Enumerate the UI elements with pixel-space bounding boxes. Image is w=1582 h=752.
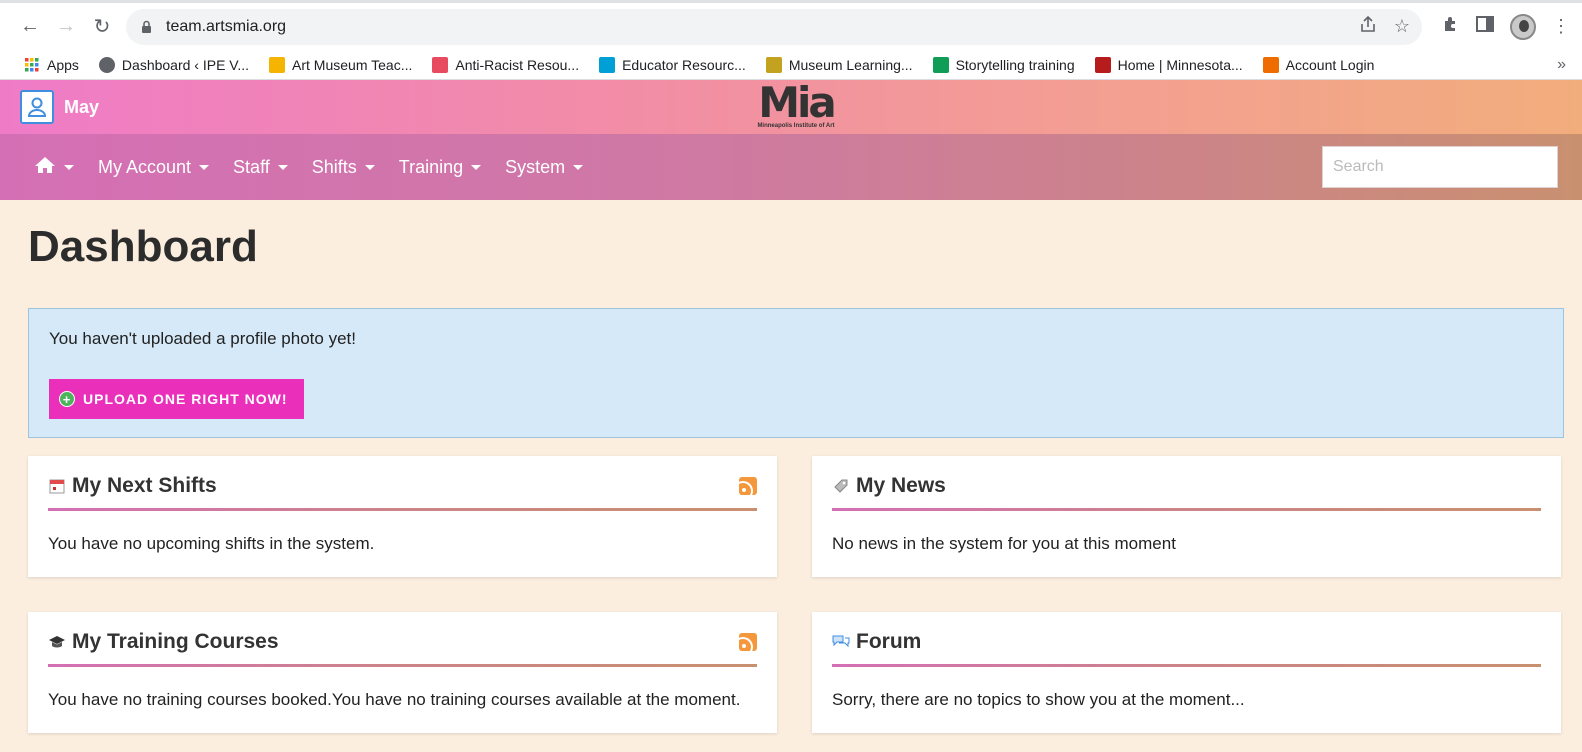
nav-system[interactable]: System: [505, 156, 584, 178]
chevron-down-icon: [364, 164, 375, 170]
user-name[interactable]: May: [64, 97, 99, 118]
page-title: Dashboard: [28, 222, 258, 271]
nav-label: Training: [398, 156, 464, 177]
bookmark-item[interactable]: Art Museum Teac...: [261, 56, 420, 73]
plus-circle-icon: +: [59, 391, 75, 407]
upload-photo-button[interactable]: + UPLOAD ONE RIGHT NOW!: [49, 379, 304, 419]
g-logo-icon: [432, 56, 449, 73]
nav-label: My Account: [98, 156, 192, 177]
nav-label: Shifts: [311, 156, 357, 177]
chat-bubbles-icon: [832, 633, 850, 651]
profile-avatar-icon[interactable]: [1510, 13, 1536, 40]
news-card: My News No news in the system for you at…: [812, 456, 1561, 577]
site-topbar: May Mia Minneapolis Institute of Art: [0, 80, 1582, 134]
home-icon: [34, 156, 56, 179]
card-body: You have no upcoming shifts in the syste…: [48, 534, 375, 553]
bookmark-label: Anti-Racist Resou...: [455, 56, 580, 73]
main-nav: My Account Staff Shifts Training System: [0, 134, 1582, 200]
bookmark-item[interactable]: Home | Minnesota...: [1087, 56, 1251, 73]
nav-staff[interactable]: Staff: [233, 157, 288, 178]
bookmark-item[interactable]: Apps: [16, 57, 87, 73]
user-icon[interactable]: [20, 90, 54, 124]
back-icon[interactable]: ←: [12, 9, 48, 45]
card-header: My Training Courses: [48, 630, 757, 667]
bookmark-label: Dashboard ‹ IPE V...: [121, 56, 250, 73]
google-drive-icon: [932, 56, 949, 73]
next-shifts-card: My Next Shifts You have no upcoming shif…: [28, 456, 777, 577]
nav-training[interactable]: Training: [398, 156, 482, 178]
nav-label: System: [505, 156, 566, 177]
bookmarks-overflow-button[interactable]: »: [1557, 56, 1566, 74]
bookmark-item[interactable]: Storytelling training: [925, 56, 1083, 73]
reload-icon[interactable]: ↻: [84, 9, 120, 45]
menu-dots-icon[interactable]: ⋮: [1552, 16, 1570, 37]
bookmark-label: Home | Minnesota...: [1117, 56, 1243, 73]
bars-icon: [599, 56, 616, 73]
chevron-down-icon: [64, 164, 74, 170]
bookmarks-bar: Apps Dashboard ‹ IPE V... Art Museum Teac.…: [0, 50, 1582, 80]
lock-icon: [138, 19, 154, 35]
chevron-down-icon: [277, 164, 288, 170]
bookmark-label: Apps: [47, 56, 79, 73]
side-panel-icon[interactable]: [1476, 16, 1494, 37]
share-icon[interactable]: [1360, 15, 1376, 38]
mia-logo[interactable]: Mia Minneapolis Institute of Art: [746, 78, 846, 130]
nav-my-account[interactable]: My Account: [98, 156, 210, 178]
chevron-down-icon: [199, 164, 210, 170]
address-bar[interactable]: team.artsmia.org ☆: [126, 8, 1422, 45]
profile-photo-alert: You haven't uploaded a profile photo yet…: [28, 308, 1564, 438]
search-input[interactable]: [1322, 146, 1558, 188]
flag-icon: [1262, 56, 1279, 73]
browser-toolbar: ← → ↻ team.artsmia.org ☆ ⋮: [0, 0, 1582, 50]
globe-icon: [98, 56, 115, 73]
nav-label: Staff: [233, 156, 270, 177]
bookmark-label: Account Login: [1285, 56, 1375, 73]
logo-subtitle: Minneapolis Institute of Art: [757, 123, 835, 129]
card-title: My Training Courses: [72, 630, 279, 653]
upload-button-label: UPLOAD ONE RIGHT NOW!: [83, 391, 288, 407]
forum-card: Forum Sorry, there are no topics to show…: [812, 612, 1561, 733]
dashboard-grid: My Next Shifts You have no upcoming shif…: [28, 456, 1564, 733]
graduation-cap-icon: [48, 633, 66, 651]
bookmark-item[interactable]: Anti-Racist Resou...: [424, 56, 587, 73]
card-title: My News: [856, 474, 946, 497]
bookmark-item[interactable]: Museum Learning...: [758, 56, 921, 73]
card-body: Sorry, there are no topics to show you a…: [832, 690, 1245, 709]
logo-mark: Mia: [758, 78, 837, 127]
card-header: My News: [832, 474, 1541, 511]
card-body: No news in the system for you at this mo…: [832, 534, 1176, 553]
cube-icon: [765, 56, 782, 73]
calendar-icon: [48, 477, 66, 495]
tag-icon: [832, 477, 850, 495]
apps-grid-icon: [24, 57, 40, 73]
alert-message: You haven't uploaded a profile photo yet…: [49, 329, 356, 348]
card-title: My Next Shifts: [72, 474, 217, 497]
card-body: You have no training courses booked.You …: [48, 690, 741, 709]
extensions-icon[interactable]: [1442, 15, 1460, 38]
card-header: My Next Shifts: [48, 474, 757, 511]
bookmark-star-icon[interactable]: ☆: [1394, 16, 1410, 37]
main-content: Dashboard You haven't uploaded a profile…: [0, 222, 1582, 733]
bookmark-item[interactable]: Account Login: [1255, 56, 1383, 73]
bookmark-label: Educator Resourc...: [622, 56, 746, 73]
rss-feed-icon[interactable]: [739, 633, 757, 651]
chevron-down-icon: [471, 164, 482, 170]
training-courses-card: My Training Courses You have no training…: [28, 612, 777, 733]
minnesota-icon: [1094, 56, 1111, 73]
nav-home[interactable]: [34, 156, 74, 179]
nav-shifts[interactable]: Shifts: [312, 157, 375, 178]
bookmark-item[interactable]: Educator Resourc...: [591, 56, 754, 73]
bookmark-item[interactable]: Dashboard ‹ IPE V...: [91, 56, 257, 73]
forward-icon[interactable]: →: [48, 9, 84, 45]
url-text: team.artsmia.org: [166, 17, 287, 35]
folder-icon: [269, 56, 286, 73]
card-title: Forum: [856, 630, 922, 653]
bookmark-label: Art Museum Teac...: [292, 56, 413, 73]
card-header: Forum: [832, 630, 1541, 667]
bookmark-label: Storytelling training: [955, 56, 1075, 73]
bookmark-label: Museum Learning...: [788, 56, 913, 73]
rss-feed-icon[interactable]: [739, 477, 757, 495]
chevron-down-icon: [573, 164, 584, 170]
